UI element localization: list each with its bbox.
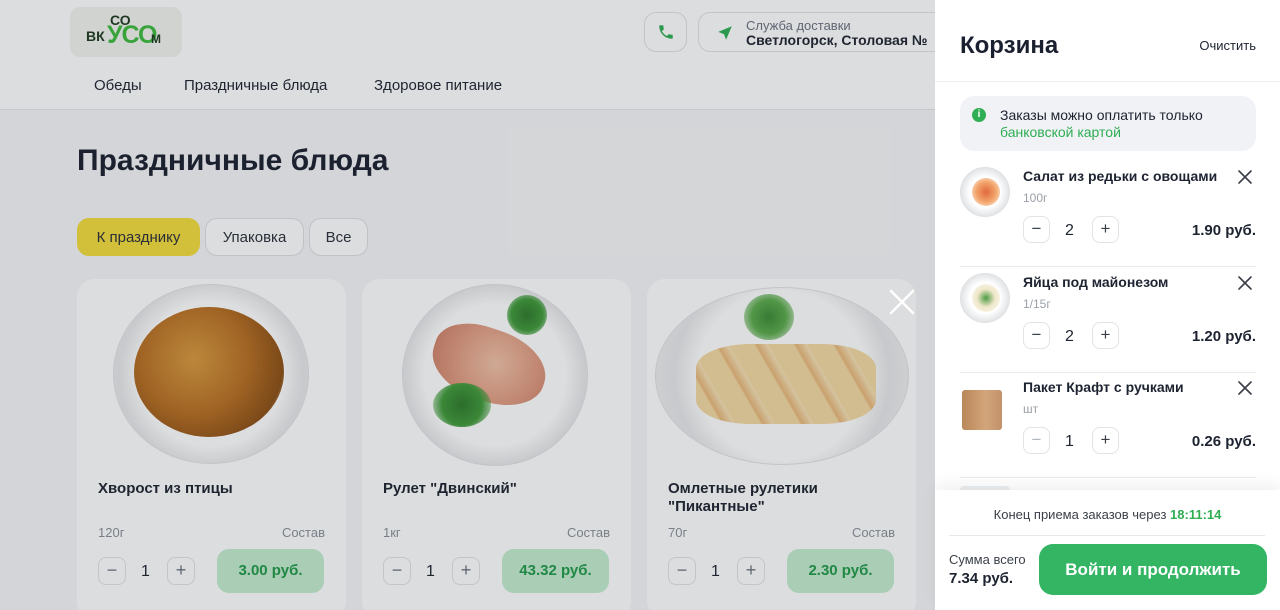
deadline-timer: 18:11:14 [1170, 507, 1222, 522]
payment-info-notice: i Заказы можно оплатить только банковско… [960, 96, 1256, 151]
close-icon[interactable] [884, 284, 920, 320]
cart-item-qty: 2 [1065, 222, 1074, 239]
cart-footer: Конец приема заказов через 18:11:14 Сумм… [935, 490, 1280, 610]
increase-qty-button[interactable]: + [1092, 322, 1119, 349]
paper-bag-photo [962, 390, 1002, 430]
cart-item-unit: 100г [1023, 191, 1048, 205]
cart-item-name: Яйца под майонезом [1023, 274, 1169, 290]
clear-cart-button[interactable]: Очистить [1199, 38, 1256, 53]
decrease-qty-button[interactable]: − [1023, 322, 1050, 349]
modal-overlay[interactable] [0, 0, 935, 610]
total-label: Сумма всего [949, 552, 1026, 567]
cart-item-price: 1.90 руб. [1191, 222, 1256, 239]
decrease-qty-button[interactable]: − [1023, 216, 1050, 243]
payment-info-highlight: банковской картой [1000, 124, 1121, 140]
login-and-continue-button[interactable]: Войти и продолжить [1039, 544, 1267, 595]
cart-item-unit: 1/15г [1023, 297, 1051, 311]
total-value: 7.34 руб. [949, 570, 1014, 587]
payment-info-text: Заказы можно оплатить только [1000, 107, 1203, 123]
cart-item-name: Пакет Крафт с ручками [1023, 379, 1184, 395]
cart-item-price: 1.20 руб. [1191, 328, 1256, 345]
info-icon: i [972, 108, 986, 122]
cart-item-qty: 1 [1065, 433, 1074, 450]
remove-icon[interactable] [1237, 169, 1253, 185]
cart-item-unit: шт [1023, 402, 1039, 416]
remove-icon[interactable] [1237, 275, 1253, 291]
cart-item-price: 0.26 руб. [1191, 433, 1256, 450]
divider [949, 535, 1265, 536]
order-deadline: Конец приема заказов через 18:11:14 [935, 507, 1280, 522]
cart-item: Пакет Крафт с ручками шт − 1 + 0.26 руб. [960, 372, 1256, 478]
cart-item: Салат из редьки с овощами 100г − 2 + 1.9… [960, 161, 1256, 267]
food-photo [972, 284, 1000, 312]
cart-header: Корзина Очистить [935, 0, 1280, 82]
cart-item-image [960, 378, 1010, 430]
deadline-label: Конец приема заказов через [993, 507, 1167, 522]
decrease-qty-button[interactable]: − [1023, 427, 1050, 454]
cart-item-qty: 2 [1065, 328, 1074, 345]
cart-panel: Корзина Очистить i Заказы можно оплатить… [935, 0, 1280, 610]
increase-qty-button[interactable]: + [1092, 216, 1119, 243]
cart-title: Корзина [960, 32, 1059, 59]
increase-qty-button[interactable]: + [1092, 427, 1119, 454]
cart-item: Яйца под майонезом 1/15г − 2 + 1.20 руб. [960, 267, 1256, 373]
remove-icon[interactable] [1237, 380, 1253, 396]
food-photo [972, 178, 1000, 206]
cart-item-name: Салат из редьки с овощами [1023, 168, 1218, 184]
cart-item-image [960, 273, 1010, 323]
cart-item-image [960, 167, 1010, 217]
